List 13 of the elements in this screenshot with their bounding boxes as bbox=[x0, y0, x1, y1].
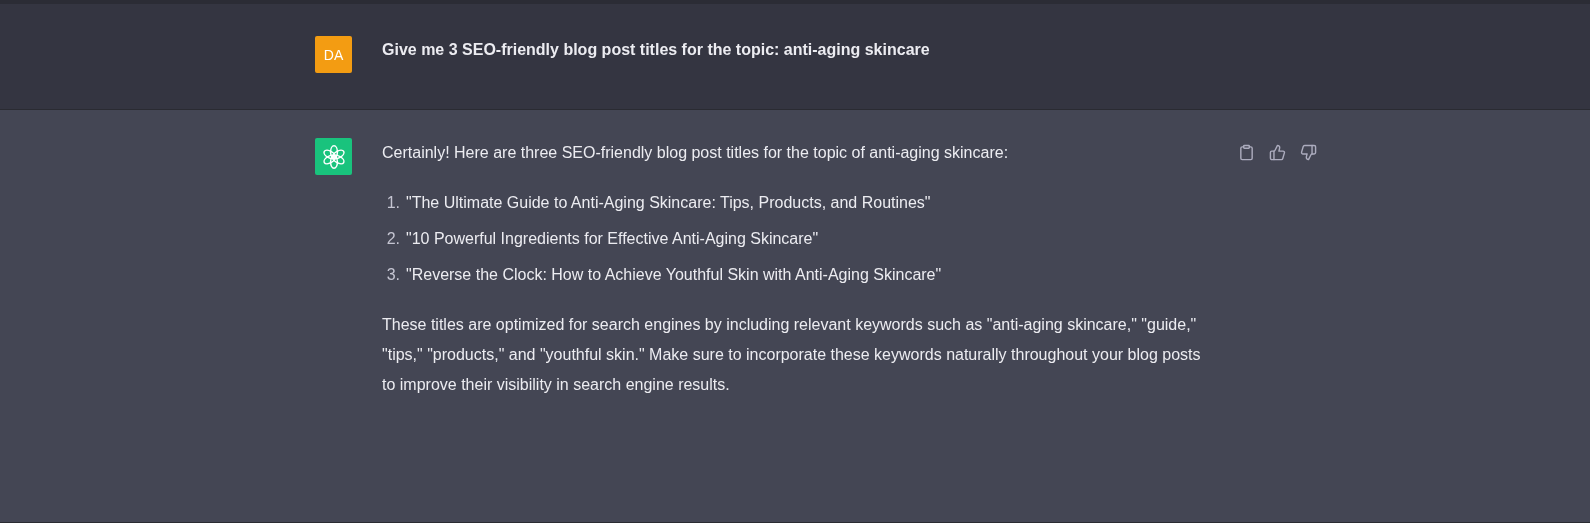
list-number: 3. bbox=[385, 265, 400, 285]
thumbs-down-icon[interactable] bbox=[1300, 144, 1317, 161]
answer-paragraph: These titles are optimized for search engines by including relevant keywords such as "anti-aging skincare," "guide," "tips," "products," and "youthful skin." Make sure to incorporate these keywords naturally throughout your blog posts to improve their visibility in search engine results. bbox=[382, 315, 1202, 395]
list-item: "10 Powerful Ingredients for Effective Anti-Aging Skincare" bbox=[406, 229, 819, 249]
thumbs-up-icon[interactable] bbox=[1269, 144, 1286, 161]
user-avatar: DA bbox=[315, 36, 352, 73]
copy-icon[interactable] bbox=[1238, 144, 1255, 161]
list-item: "Reverse the Clock: How to Achieve Youthful Skin with Anti-Aging Skincare" bbox=[406, 265, 942, 285]
answer-intro: Certainly! Here are three SEO-friendly blog post titles for the topic of anti-aging skincare: bbox=[382, 143, 1010, 163]
list-item: "The Ultimate Guide to Anti-Aging Skincare: Tips, Products, and Routines" bbox=[406, 193, 931, 213]
user-message: Give me 3 SEO-friendly blog post titles for the topic: anti-aging skincare bbox=[382, 40, 930, 60]
list-number: 2. bbox=[385, 229, 400, 249]
list-number: 1. bbox=[385, 193, 400, 213]
